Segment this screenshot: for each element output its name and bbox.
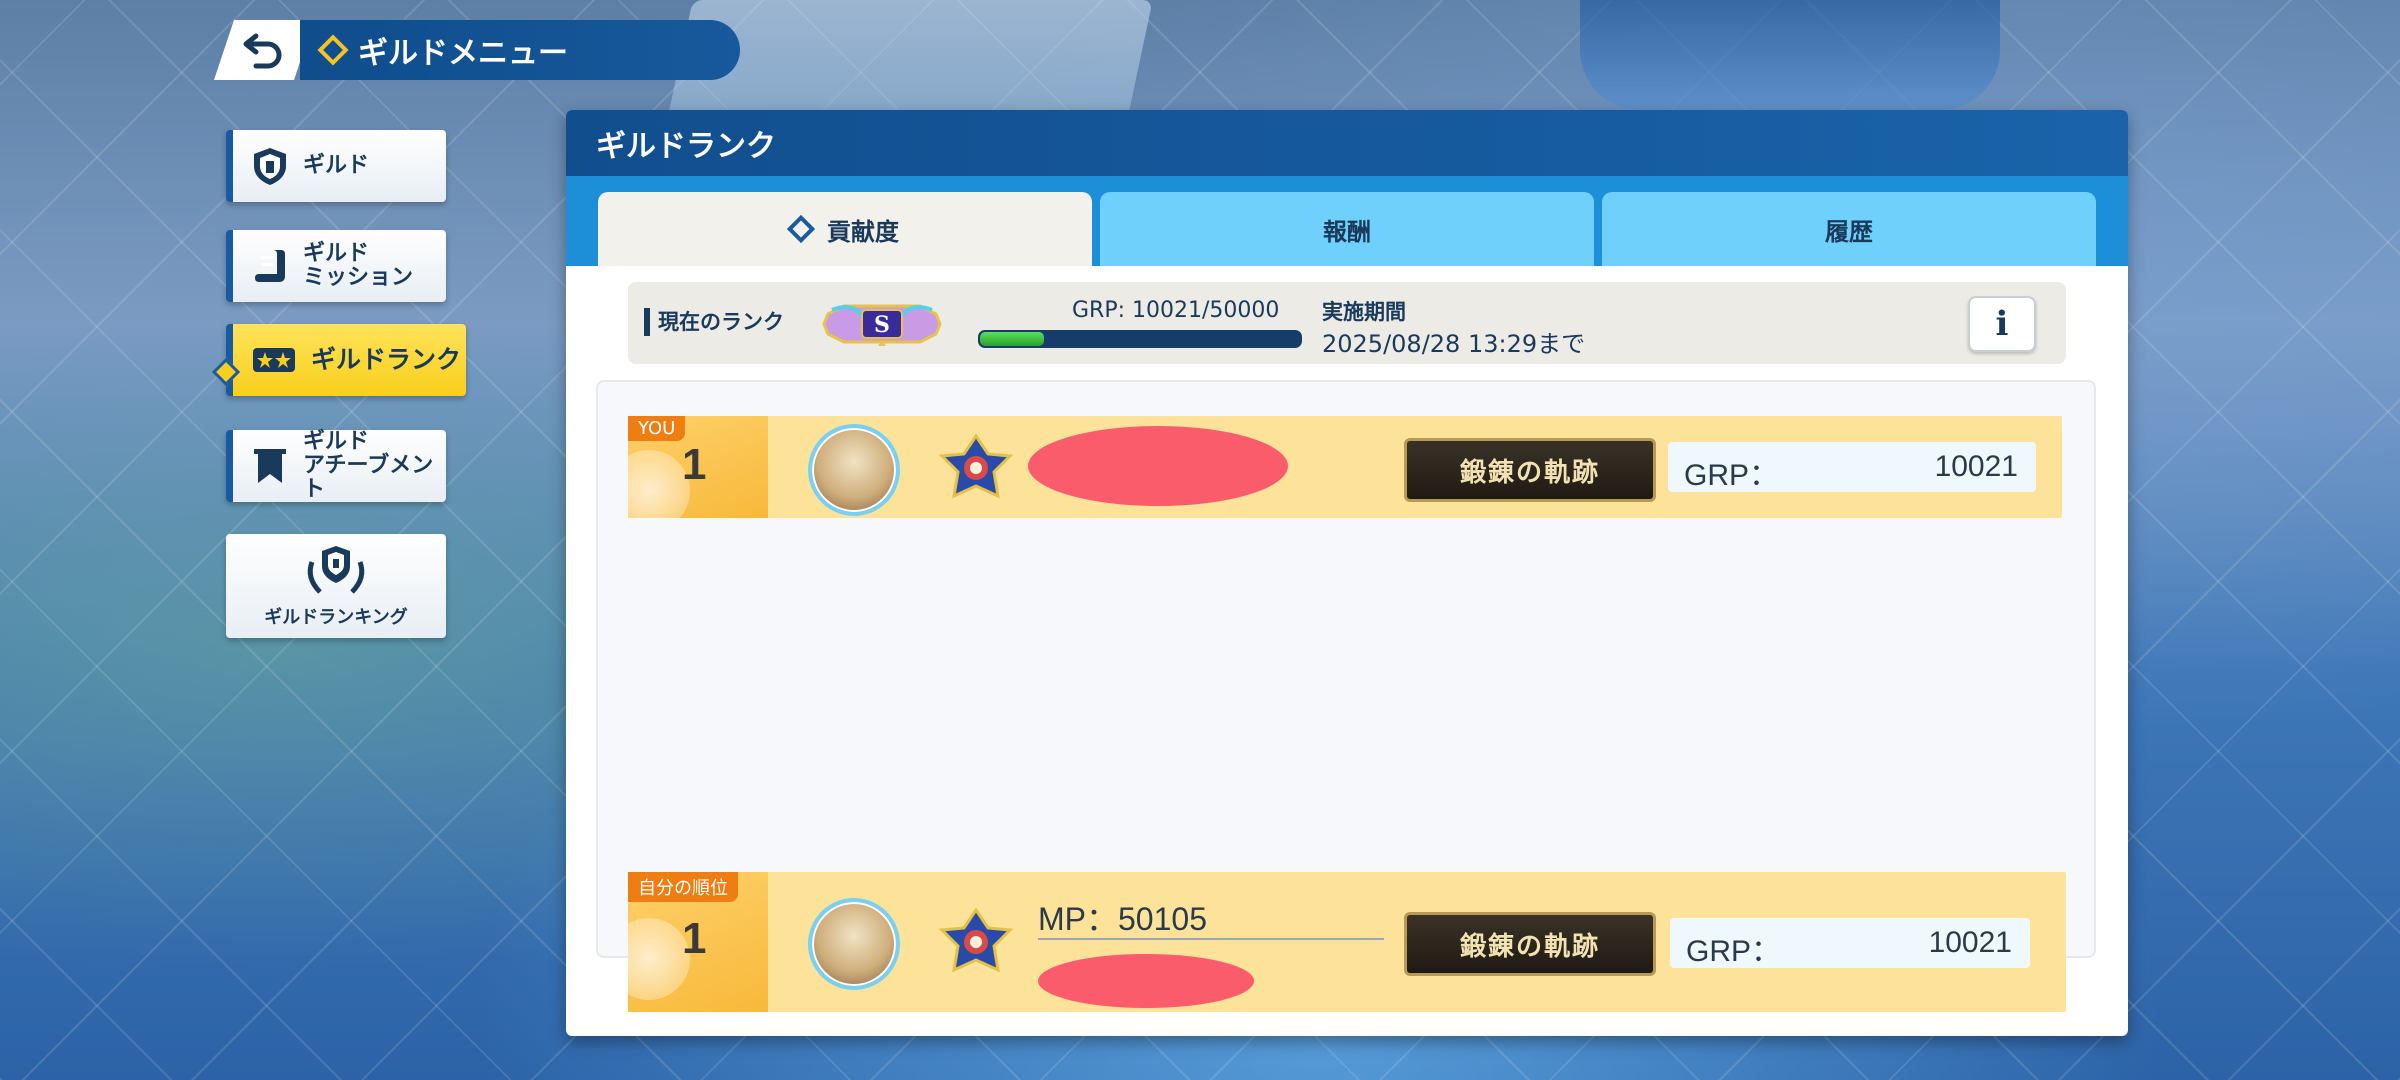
- tab-label-contribution: 貢献度: [827, 217, 899, 246]
- nav-label-guild: ギルド: [303, 153, 370, 178]
- guild-emblem-icon: [938, 434, 1014, 499]
- nav-label-guild-rank: ギルドランク: [311, 345, 462, 374]
- back-arrow-icon: [243, 33, 282, 69]
- self-rank-row[interactable]: 1 自分の順位 MP：50105 鍛錬の軌跡 GRP： 10021: [628, 872, 2066, 1012]
- guild-menu-title-bar: ギルドメニュー: [300, 20, 740, 80]
- banner-icon: [254, 449, 286, 483]
- grp-box: GRP： 10021: [1670, 918, 2030, 968]
- tab-history[interactable]: 履歴: [1602, 192, 2096, 266]
- grp-progress-fill: [980, 332, 1044, 346]
- guild-shield-icon: [254, 148, 286, 185]
- self-rank-tag: 自分の順位: [628, 872, 738, 902]
- panel-title: ギルドランク: [566, 110, 2128, 176]
- rank-s-badge-icon: S: [822, 304, 942, 346]
- tab-strip: 貢献度 報酬 履歴: [566, 176, 2128, 266]
- avatar[interactable]: [808, 424, 900, 516]
- rank-decoration: [628, 450, 690, 518]
- tab-rewards[interactable]: 報酬: [1100, 192, 1594, 266]
- title-plate: 鍛錬の軌跡: [1404, 438, 1656, 502]
- nav-label-achievement: ギルド アチーブメント: [303, 429, 434, 502]
- you-tag: YOU: [628, 416, 686, 441]
- background-sign: [667, 0, 1153, 120]
- rank-decoration: [628, 918, 690, 1000]
- diamond-icon: [317, 34, 349, 66]
- grp-progress-text: GRP: 10021/50000: [1072, 298, 1280, 323]
- ranking-row[interactable]: 1 YOU 鍛錬の軌跡 GRP： 10021: [628, 416, 2062, 518]
- redacted-name: [1028, 426, 1288, 506]
- rank-cell: 1 自分の順位: [628, 872, 768, 1012]
- grp-label: GRP：: [1684, 459, 1780, 492]
- guild-rank-panel: ギルドランク 貢献度 報酬 履歴 現在のランク S GRP: 10021/500…: [566, 110, 2128, 1036]
- nav-label-mission: ギルド ミッション: [303, 241, 414, 290]
- avatar[interactable]: [808, 898, 900, 990]
- guild-emblem-icon: [938, 908, 1014, 973]
- background-structure: [1580, 0, 2000, 110]
- redacted-name: [1038, 954, 1254, 1008]
- nav-item-guild-ranking[interactable]: ギルドランキング: [226, 534, 446, 638]
- nav-item-guild-rank[interactable]: ギルドランク: [226, 324, 466, 396]
- rank-letter: S: [874, 312, 890, 338]
- rank-cell: 1 YOU: [628, 416, 768, 518]
- rank-number: 1: [682, 440, 707, 489]
- nav-item-mission[interactable]: ギルド ミッション: [226, 230, 446, 302]
- rank-number: 1: [682, 914, 707, 963]
- period-value: 2025/08/28 13:29まで: [1322, 330, 1586, 358]
- star-rank-icon: [253, 348, 295, 372]
- mp-divider: [1038, 938, 1384, 940]
- tab-label-history: 履歴: [1825, 217, 1873, 246]
- grp-label: GRP：: [1686, 935, 1782, 968]
- tab-label-rewards: 報酬: [1323, 217, 1371, 246]
- info-button[interactable]: i: [1968, 296, 2036, 352]
- grp-progress-bar: [978, 330, 1302, 348]
- tab-contribution[interactable]: 貢献度: [598, 192, 1092, 266]
- nav-item-guild[interactable]: ギルド: [226, 130, 446, 202]
- scroll-icon: [255, 250, 285, 282]
- current-rank-label: 現在のランク: [644, 308, 784, 336]
- nav-item-achievement[interactable]: ギルド アチーブメント: [226, 430, 446, 502]
- grp-box: GRP： 10021: [1668, 442, 2036, 492]
- title-plate: 鍛錬の軌跡: [1404, 912, 1656, 976]
- guild-menu-title: ギルドメニュー: [358, 36, 568, 71]
- period-label: 実施期間: [1322, 300, 1406, 324]
- nav-label-guild-ranking: ギルドランキング: [264, 607, 408, 628]
- back-button[interactable]: [214, 20, 314, 80]
- grp-value: 10021: [1934, 450, 2018, 483]
- grp-value: 10021: [1928, 926, 2012, 959]
- laurel-shield-icon: [307, 546, 365, 594]
- diamond-icon: [786, 214, 816, 244]
- current-rank-bar: 現在のランク S GRP: 10021/50000 実施期間 2025/08/2…: [628, 282, 2066, 364]
- mp-value: MP：50105: [1038, 901, 1207, 937]
